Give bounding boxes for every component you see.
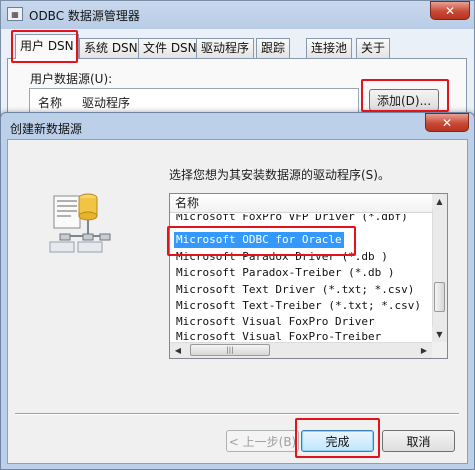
- dialog-close-icon[interactable]: ✕: [425, 113, 469, 132]
- list-item[interactable]: Microsoft Text-Treiber (*.txt; *.csv): [174, 298, 423, 314]
- tab-file-dsn[interactable]: 文件 DSN: [138, 38, 202, 58]
- tab-about[interactable]: 关于: [356, 38, 391, 58]
- tab-drivers[interactable]: 驱动程序: [196, 38, 255, 58]
- scroll-right-arrow-icon[interactable]: ▶: [416, 342, 432, 358]
- list-item-selected[interactable]: Microsoft ODBC for Oracle: [174, 232, 344, 248]
- odbc-window-icon: ▦: [7, 7, 23, 21]
- window-title: ODBC 数据源管理器: [29, 9, 140, 23]
- data-source-illustration-icon: [49, 193, 111, 253]
- list-item[interactable]: Microsoft Paradox Driver (*.db ): [174, 249, 390, 265]
- scrollbar-corner: [432, 342, 447, 358]
- tab-connection-pooling[interactable]: 连接池: [306, 38, 353, 58]
- vertical-scrollbar[interactable]: [432, 194, 447, 342]
- horizontal-scroll-thumb[interactable]: |||: [190, 344, 270, 356]
- user-dsn-label: 用户数据源(U):: [30, 72, 113, 86]
- list-item[interactable]: Microsoft FoxPro VFP Driver (*.dbf): [174, 214, 410, 224]
- scroll-down-arrow-icon[interactable]: ▼: [432, 327, 447, 342]
- list-item[interactable]: Microsoft Text Driver (*.txt; *.csv): [174, 282, 416, 298]
- scroll-up-arrow-icon[interactable]: ▲: [432, 194, 447, 209]
- add-button[interactable]: 添加(D)...: [369, 89, 439, 111]
- vertical-scroll-thumb[interactable]: [434, 282, 445, 312]
- list-item[interactable]: Microsoft Paradox-Treiber (*.db ): [174, 265, 397, 281]
- separator: [15, 413, 459, 415]
- tab-user-dsn[interactable]: 用户 DSN: [15, 34, 79, 59]
- tab-system-dsn[interactable]: 系统 DSN: [79, 38, 143, 58]
- cancel-button[interactable]: 取消: [382, 430, 455, 452]
- list-item[interactable]: Microsoft Visual FoxPro-Treiber: [174, 330, 383, 342]
- driver-list-header-name[interactable]: 名称: [170, 194, 432, 213]
- finish-button[interactable]: 完成: [301, 430, 374, 452]
- dialog-title: 创建新数据源: [10, 122, 83, 136]
- list-item[interactable]: Microsoft Visual FoxPro Driver: [174, 314, 377, 330]
- tab-tracing[interactable]: 跟踪: [256, 38, 291, 58]
- scroll-left-arrow-icon[interactable]: ◀: [170, 342, 186, 358]
- column-header-driver[interactable]: 驱动程序: [82, 94, 130, 111]
- column-header-name[interactable]: 名称: [38, 94, 62, 111]
- close-icon[interactable]: ✕: [430, 1, 470, 20]
- back-button[interactable]: < 上一步(B): [226, 430, 299, 452]
- driver-prompt: 选择您想为其安装数据源的驱动程序(S)。: [169, 168, 390, 182]
